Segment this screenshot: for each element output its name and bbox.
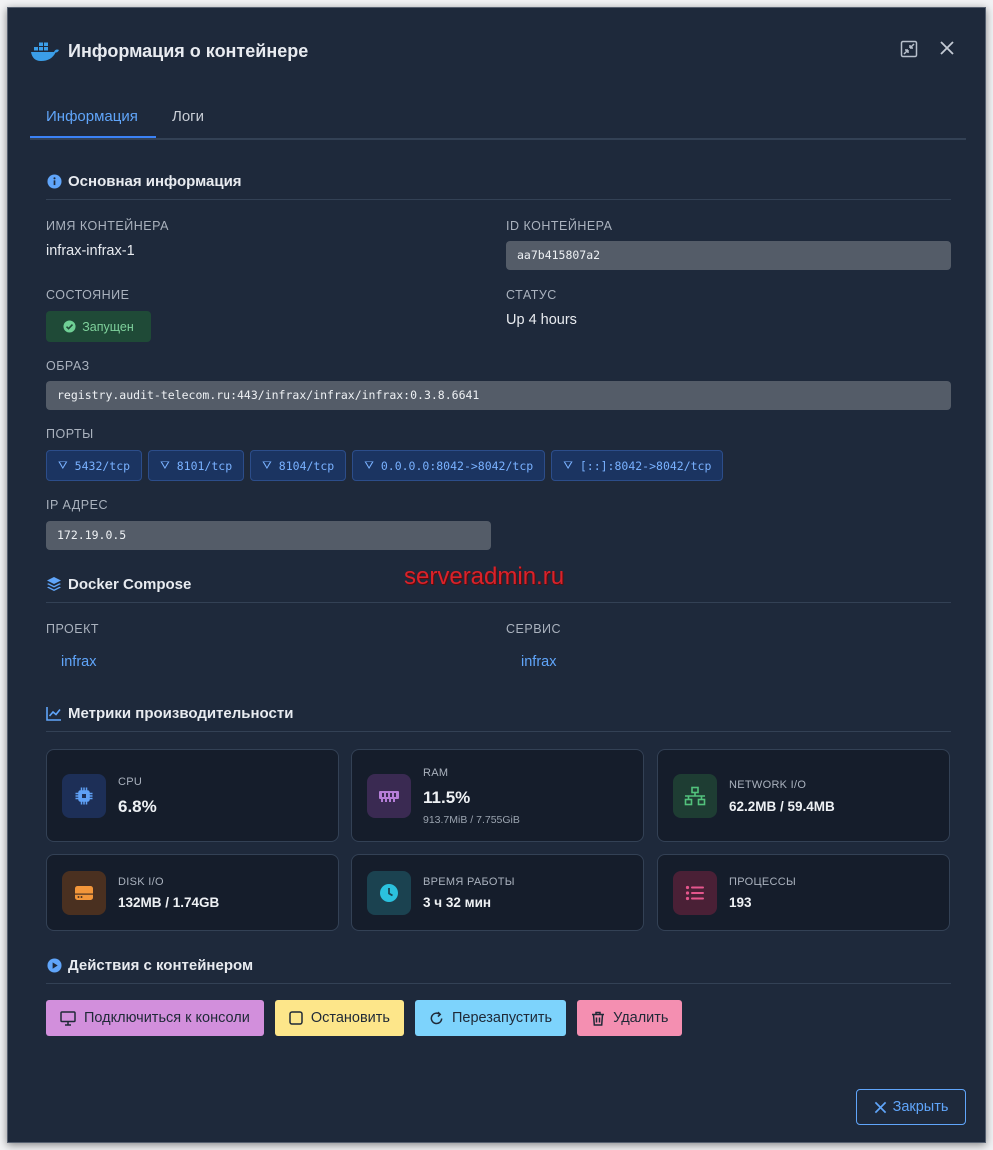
- ports-label: Порты: [46, 427, 94, 441]
- ip-value: 172.19.0.5: [46, 521, 491, 550]
- line-chart-icon: [46, 705, 62, 721]
- modal-title: Информация о контейнере: [68, 40, 309, 61]
- hard-drive-icon: [62, 871, 106, 915]
- container-name-value: infrax-infrax-1: [46, 243, 135, 259]
- tab-info[interactable]: Информация: [30, 98, 156, 138]
- processes-label: Процессы: [729, 876, 797, 888]
- memory-icon: [367, 774, 411, 818]
- tab-logs[interactable]: Логи: [156, 98, 220, 138]
- section-actions: Действия с контейнером: [46, 947, 951, 984]
- tab-bar: Информация Логи: [30, 98, 966, 140]
- container-id-label: ID контейнера: [506, 219, 613, 233]
- restart-button[interactable]: Перезапустить: [414, 1000, 567, 1036]
- image-value: registry.audit-telecom.ru:443/infrax/inf…: [46, 381, 951, 410]
- container-id-value: aa7b415807a2: [506, 241, 951, 270]
- image-label: Образ: [46, 359, 90, 373]
- ram-value: 11.5%: [423, 788, 471, 807]
- close-button[interactable]: Закрыть: [856, 1089, 966, 1125]
- network-icon: ⛛: [160, 458, 170, 472]
- metric-processes: Процессы 193: [657, 854, 950, 931]
- state-label: Состояние: [46, 288, 130, 302]
- stop-square-icon: [289, 1011, 303, 1025]
- service-label: Сервис: [506, 622, 562, 636]
- list-icon: [673, 871, 717, 915]
- clock-icon: [367, 871, 411, 915]
- section-basic-info: Основная информация: [46, 163, 951, 200]
- disk-label: Disk I/O: [118, 876, 164, 888]
- cpu-value: 6.8%: [118, 797, 157, 816]
- cpu-chip-icon: [62, 774, 106, 818]
- refresh-icon: [429, 1011, 444, 1026]
- port-tag[interactable]: ⛛ 5432/tcp: [46, 450, 143, 481]
- monitor-icon: [60, 1010, 76, 1026]
- cpu-label: CPU: [118, 776, 143, 788]
- port-tag[interactable]: ⛛ 8101/tcp: [148, 450, 245, 481]
- close-x-icon: [874, 1101, 887, 1114]
- close-icon[interactable]: [937, 40, 957, 60]
- uptime-label: Время работы: [423, 876, 515, 888]
- metric-cpu: CPU 6.8%: [46, 749, 339, 842]
- container-info-modal: Информация о контейнере Информация Логи …: [7, 7, 986, 1143]
- processes-value: 193: [729, 895, 752, 910]
- modal-header: Информация о контейнере: [30, 36, 963, 66]
- uptime-value: 3 ч 32 мин: [423, 895, 492, 910]
- port-tag[interactable]: ⛛ 0.0.0.0:8042->8042/tcp: [352, 450, 546, 481]
- delete-button[interactable]: Удалить: [577, 1000, 683, 1036]
- stop-button[interactable]: Остановить: [274, 1000, 404, 1036]
- play-circle-icon: [46, 957, 62, 973]
- disk-value: 132MB / 1.74GB: [118, 895, 220, 910]
- action-buttons: Подключиться к консоли Остановить Переза…: [46, 1000, 683, 1036]
- ports-list: ⛛ 5432/tcp ⛛ 8101/tcp ⛛ 8104/tcp ⛛ 0.0.0.0:8…: [46, 450, 724, 481]
- network-value: 62.2MB / 59.4MB: [729, 799, 835, 814]
- metric-disk: Disk I/O 132MB / 1.74GB: [46, 854, 339, 931]
- ram-sub: 913.7MiB / 7.755GiB: [423, 814, 520, 826]
- metric-ram: RAM 11.5% 913.7MiB / 7.755GiB: [351, 749, 644, 842]
- network-icon: ⛛: [364, 458, 374, 472]
- port-tag[interactable]: ⛛ [::]:8042->8042/tcp: [551, 450, 724, 481]
- project-label: Проект: [46, 622, 100, 636]
- info-circle-icon: [46, 173, 62, 189]
- status-label: Статус: [506, 288, 557, 302]
- project-link[interactable]: infrax: [61, 654, 96, 670]
- network-icon: ⛛: [262, 458, 272, 472]
- metric-uptime: Время работы 3 ч 32 мин: [351, 854, 644, 931]
- status-badge: Запущен: [46, 311, 151, 342]
- check-circle-icon: [63, 320, 76, 333]
- ram-label: RAM: [423, 767, 449, 779]
- service-link[interactable]: infrax: [521, 654, 556, 670]
- ip-label: IP адрес: [46, 498, 108, 512]
- layers-icon: [46, 576, 62, 592]
- watermark: serveradmin.ru: [404, 563, 565, 590]
- network-icon: ⛛: [58, 458, 68, 472]
- network-icon: [673, 774, 717, 818]
- status-value: Up 4 hours: [506, 312, 577, 328]
- metric-network: Network I/O 62.2MB / 59.4MB: [657, 749, 950, 842]
- port-tag[interactable]: ⛛ 8104/tcp: [250, 450, 347, 481]
- compress-icon[interactable]: [899, 40, 919, 60]
- docker-whale-icon: [30, 40, 60, 62]
- section-metrics: Метрики производительности: [46, 695, 951, 732]
- network-icon: ⛛: [563, 458, 573, 472]
- network-label: Network I/O: [729, 779, 807, 791]
- container-name-label: Имя контейнера: [46, 219, 169, 233]
- trash-icon: [591, 1011, 605, 1026]
- console-button[interactable]: Подключиться к консоли: [46, 1000, 264, 1036]
